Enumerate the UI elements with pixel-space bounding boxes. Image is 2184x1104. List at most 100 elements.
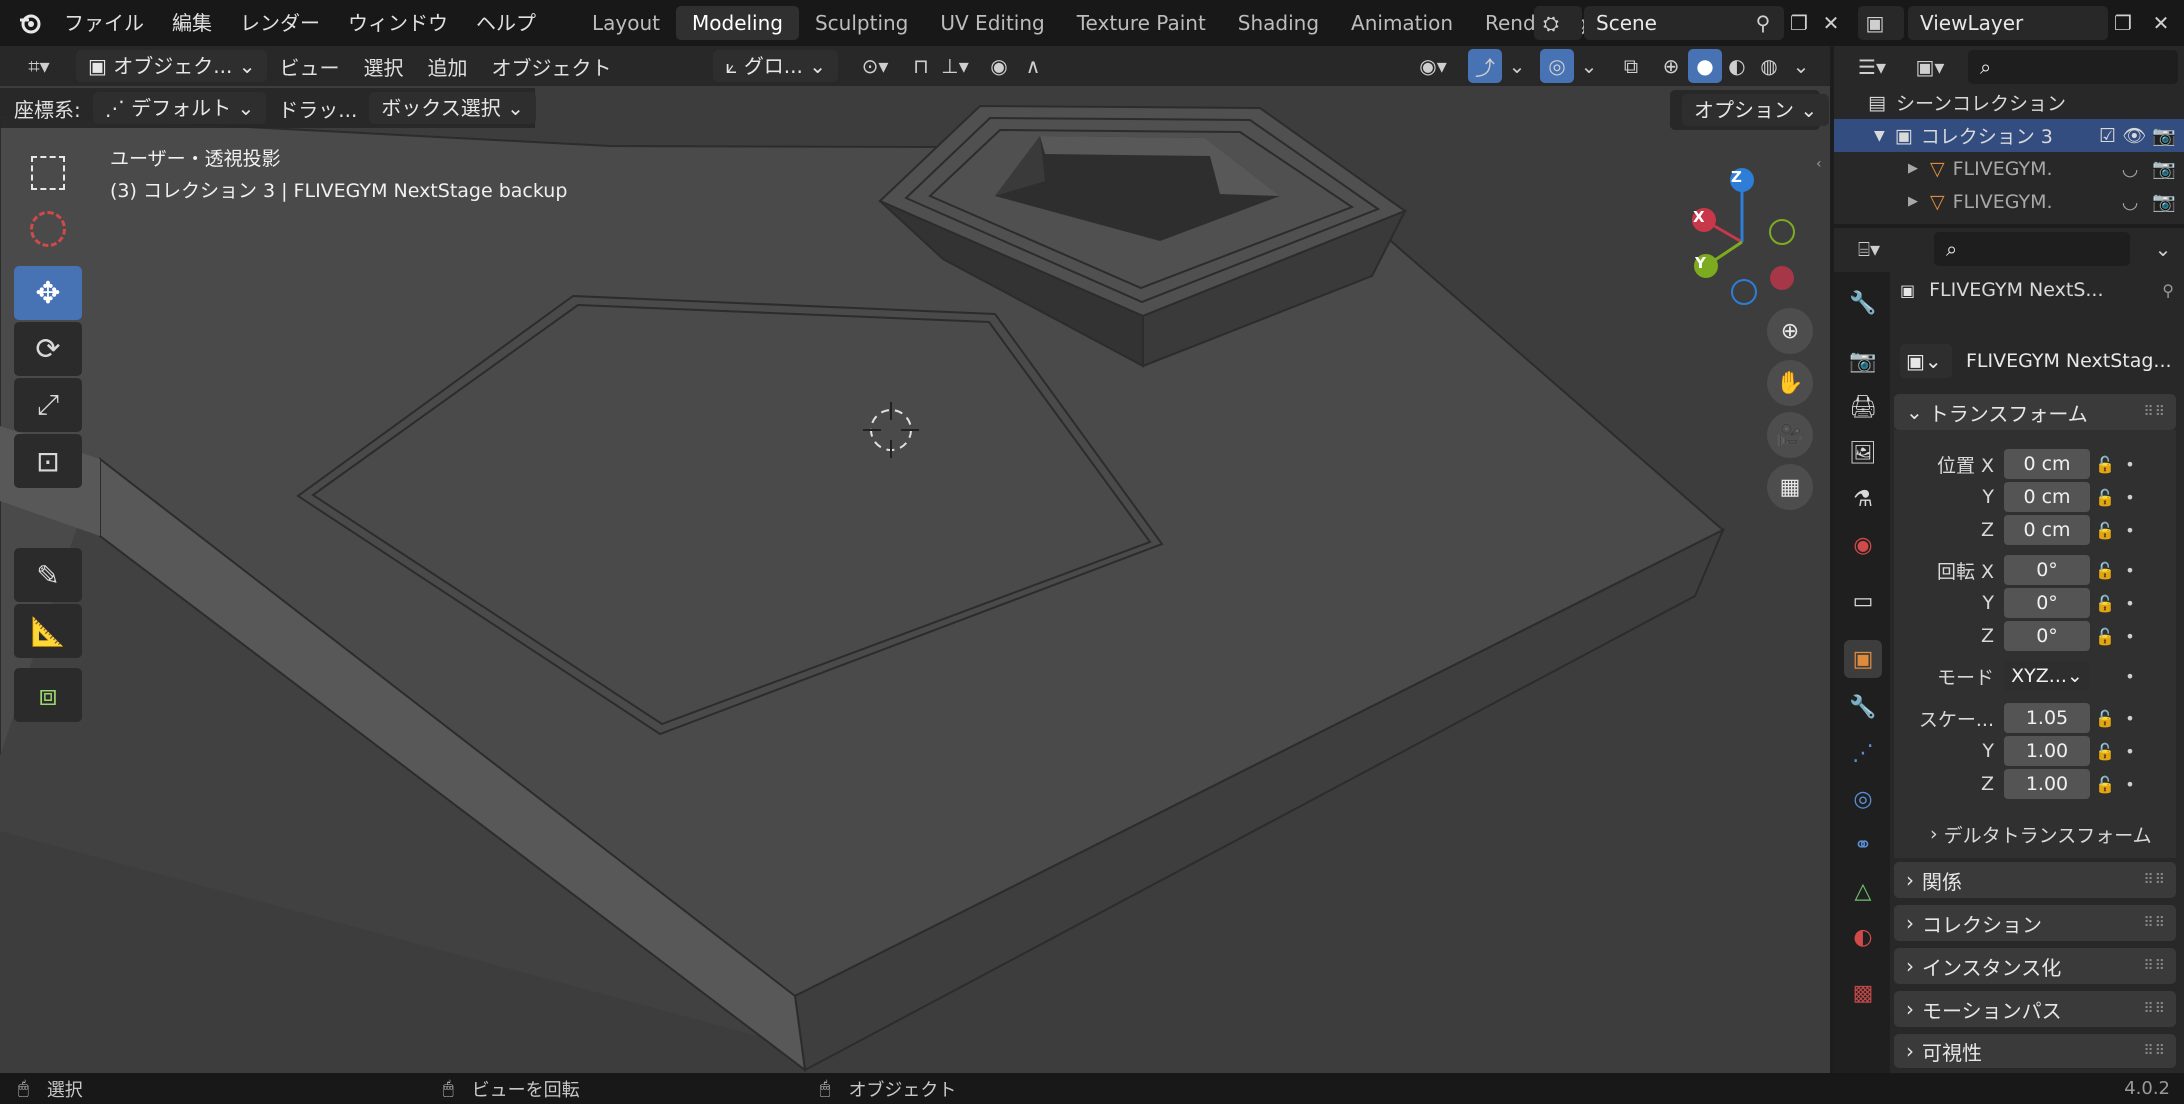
delta-transform-subpanel[interactable]: › デルタトランスフォーム [1930, 818, 2176, 850]
viewlayer-name-field[interactable]: ViewLayer [1908, 6, 2108, 40]
tab-texture-paint[interactable]: Texture Paint [1061, 6, 1222, 40]
render-camera-icon[interactable]: 📷 [2152, 190, 2176, 213]
relations-panel-header[interactable]: › 関係 ⠿⠿ [1894, 862, 2176, 898]
menu-add[interactable]: 追加 [415, 52, 479, 81]
lock-icon[interactable]: 🔓 [2090, 455, 2120, 474]
tab-animation[interactable]: Animation [1335, 6, 1469, 40]
modifier-tab-icon[interactable]: 🔧 [1844, 688, 1882, 726]
menu-help[interactable]: ヘルプ [462, 0, 550, 46]
menu-file[interactable]: ファイル [50, 0, 158, 46]
pin-icon[interactable]: ⚲ [2162, 281, 2174, 300]
pivot-point-icon[interactable]: ⊙▾ [850, 49, 900, 83]
snap-icon[interactable]: ⊓ [904, 49, 938, 83]
lock-icon[interactable]: 🔓 [2090, 521, 2120, 540]
location-x-field[interactable]: 0 cm [2004, 449, 2090, 479]
instancing-panel-header[interactable]: › インスタンス化 ⠿⠿ [1894, 948, 2176, 984]
keyframe-dot-icon[interactable]: • [2120, 742, 2140, 761]
lock-icon[interactable]: 🔓 [2090, 709, 2120, 728]
list-item[interactable]: ▼ ▣ コレクション 3 ☑ 👁 📷 [1834, 119, 2184, 152]
physics-tab-icon[interactable]: ◎ [1844, 780, 1882, 818]
transform-panel-header[interactable]: ⌄ トランスフォーム ⠿⠿ [1894, 394, 2176, 430]
keyframe-dot-icon[interactable]: • [2120, 709, 2140, 728]
keyframe-dot-icon[interactable]: • [2120, 667, 2140, 686]
measure-tool-button[interactable]: 📐 [14, 604, 82, 658]
scale-z-field[interactable]: 1.00 [2004, 769, 2090, 799]
world-tab-icon[interactable]: ◉ [1844, 526, 1882, 564]
proportional-edit-icon[interactable]: ◉ [982, 49, 1016, 83]
lock-icon[interactable]: 🔓 [2090, 488, 2120, 507]
collections-panel-header[interactable]: › コレクション ⠿⠿ [1894, 905, 2176, 941]
keyframe-dot-icon[interactable]: • [2120, 455, 2140, 474]
falloff-icon[interactable]: ∧ [1016, 49, 1050, 83]
visibility-icon[interactable]: ◉▾ [1408, 49, 1458, 83]
camera-icon[interactable]: 🎥 [1767, 412, 1813, 458]
ortho-grid-icon[interactable]: ▦ [1767, 464, 1813, 510]
data-tab-icon[interactable]: △ [1844, 872, 1882, 910]
constraints-tab-icon[interactable]: ⚭ [1844, 826, 1882, 864]
navigation-gizmo[interactable] [1680, 154, 1810, 324]
outliner-search-input[interactable]: ⌕ [1968, 50, 2178, 84]
menu-select[interactable]: 選択 [351, 52, 415, 81]
lock-icon[interactable]: 🔓 [2090, 594, 2120, 613]
overlay-dropdown-icon[interactable]: ⌄ [1572, 49, 1606, 83]
gizmo-dropdown-icon[interactable]: ⌄ [1500, 49, 1534, 83]
object-browse-button[interactable]: ▣⌄ [1900, 344, 1952, 378]
output-tab-icon[interactable]: 🖨 [1844, 388, 1882, 426]
scale-tool-button[interactable]: ⤢ [14, 378, 82, 432]
annotate-tool-button[interactable]: ✎ [14, 548, 82, 602]
menu-window[interactable]: ウィンドウ [334, 0, 462, 46]
collection-tab-icon[interactable]: ▭ [1844, 582, 1882, 620]
lock-icon[interactable]: 🔓 [2090, 561, 2120, 580]
new-scene-icon[interactable]: ❐ [1782, 6, 1816, 40]
tab-modeling[interactable]: Modeling [676, 6, 799, 40]
zoom-icon[interactable]: ⊕ [1767, 308, 1813, 354]
gizmo-toggle-icon[interactable]: ⤴ [1468, 49, 1502, 83]
select-tool-button[interactable] [14, 146, 82, 200]
object-name-field[interactable]: FLIVEGYM NextStag... [1954, 344, 2176, 378]
tab-uv-editing[interactable]: UV Editing [924, 6, 1060, 40]
menu-object[interactable]: オブジェクト [479, 52, 623, 81]
shading-dropdown-icon[interactable]: ⌄ [1784, 49, 1818, 83]
eye-icon[interactable]: 👁 [2122, 124, 2146, 147]
transform-orientation-dropdown[interactable]: ⟀ グロ... ⌄ [713, 50, 839, 82]
coord-system-dropdown[interactable]: ⋰ デフォルト ⌄ [92, 92, 267, 124]
snap-target-icon[interactable]: ⊥▾ [938, 49, 972, 83]
list-item[interactable]: ▤ シーンコレクション [1834, 86, 2184, 119]
viewlayer-browse-button[interactable]: ▣ [1858, 6, 1904, 40]
3d-viewport[interactable]: ⌗▾ ▣ オブジェク... ⌄ ビュー 選択 追加 オブジェクト ⟀ グロ...… [0, 46, 1830, 1073]
pan-hand-icon[interactable]: ✋ [1767, 360, 1813, 406]
object-tab-icon[interactable]: ▣ [1844, 640, 1882, 678]
view-layer-tab-icon[interactable]: 🖼 [1844, 434, 1882, 472]
location-z-field[interactable]: 0 cm [2004, 515, 2090, 545]
render-camera-icon[interactable]: 📷 [2152, 124, 2176, 147]
location-y-field[interactable]: 0 cm [2004, 482, 2090, 512]
keyframe-dot-icon[interactable]: • [2120, 594, 2140, 613]
remove-viewlayer-icon[interactable]: ✕ [2144, 6, 2178, 40]
rotation-y-field[interactable]: 0° [2004, 588, 2090, 618]
visibility-panel-header[interactable]: › 可視性 ⠿⠿ [1894, 1034, 2176, 1068]
list-item[interactable]: ▶ ▽ FLIVEGYM. ◡ 📷 [1834, 152, 2184, 185]
keyframe-dot-icon[interactable]: • [2120, 561, 2140, 580]
props-search-input[interactable]: ⌕ [1934, 232, 2130, 266]
display-mode-icon[interactable]: ▣▾ [1904, 50, 1956, 84]
chevron-down-icon[interactable]: ▼ [1874, 128, 1885, 144]
render-tab-icon[interactable]: 📷 [1844, 342, 1882, 380]
box-select-dropdown[interactable]: ボックス選択 ⌄ [369, 92, 536, 124]
menu-view[interactable]: ビュー [267, 52, 351, 81]
blender-logo-icon[interactable] [10, 6, 50, 40]
transform-tool-button[interactable]: ⊡ [14, 434, 82, 488]
menu-edit[interactable]: 編集 [158, 0, 226, 46]
scale-y-field[interactable]: 1.00 [2004, 736, 2090, 766]
material-shading-icon[interactable]: ◐ [1720, 49, 1754, 83]
rotation-z-field[interactable]: 0° [2004, 621, 2090, 651]
lock-icon[interactable]: 🔓 [2090, 627, 2120, 646]
chevron-right-icon[interactable]: ▶ [1908, 194, 1918, 209]
outliner-editor-type-icon[interactable]: ☰▾ [1848, 50, 1896, 84]
editor-type-icon[interactable]: ⌗▾ [14, 49, 64, 83]
keyframe-dot-icon[interactable]: • [2120, 775, 2140, 794]
lock-icon[interactable]: 🔓 [2090, 742, 2120, 761]
lock-icon[interactable]: 🔓 [2090, 775, 2120, 794]
new-viewlayer-icon[interactable]: ❐ [2106, 6, 2140, 40]
keyframe-dot-icon[interactable]: • [2120, 521, 2140, 540]
rendered-shading-icon[interactable]: ◍ [1752, 49, 1786, 83]
